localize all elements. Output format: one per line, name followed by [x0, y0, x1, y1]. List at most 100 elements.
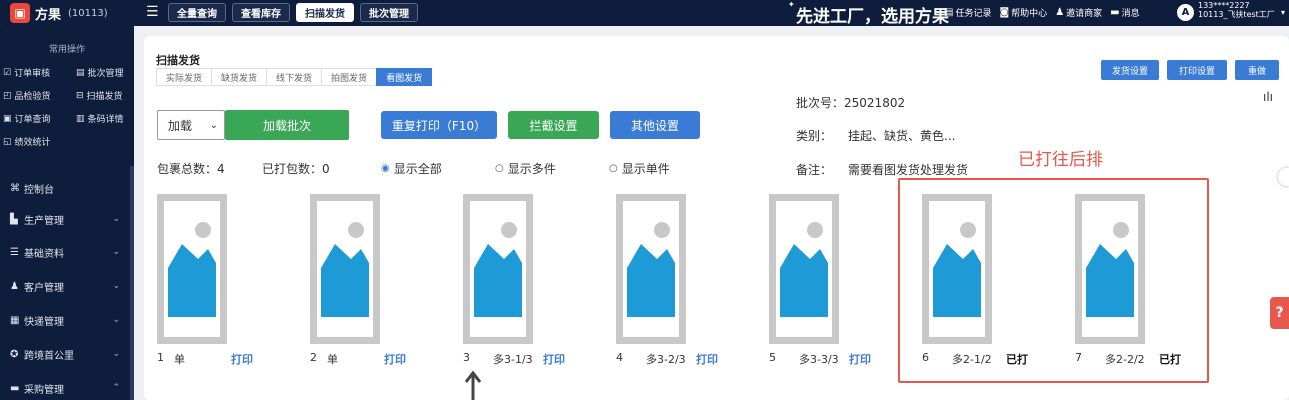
sidebar-item-console[interactable]: ⌘ 控制台	[10, 178, 128, 198]
image-placeholder-icon	[317, 201, 373, 337]
tab-offline-ship[interactable]: 线下发货	[266, 68, 323, 86]
quick-order-query[interactable]: ▣ 订单查询	[3, 112, 51, 126]
package-index: 4	[616, 351, 623, 364]
sidebar-scrollbar[interactable]	[130, 166, 134, 400]
quick-performance-stats[interactable]: ◱ 绩效统计	[3, 135, 51, 149]
quick-barcode-detail[interactable]: ▥ 条码详情	[76, 112, 124, 126]
tab-shortage-ship[interactable]: 缺货发货	[211, 68, 268, 86]
print-settings-button[interactable]: 打印设置	[1167, 60, 1227, 80]
package-label: 单	[327, 353, 338, 366]
load-select[interactable]: 加载 ⌄	[157, 110, 225, 140]
sidebar-item-production[interactable]: ▙ 生产管理 ⌄	[10, 209, 128, 229]
tab-photo-ship[interactable]: 拍图发货	[321, 68, 378, 86]
express-icon: ▦	[10, 314, 20, 326]
check-square-icon: ☑	[3, 67, 12, 78]
chevron-down-icon: ⌄	[209, 119, 218, 131]
package-thumbnail[interactable]	[1075, 194, 1145, 344]
sidebar-item-customer[interactable]: ♟ 客户管理 ⌄	[10, 276, 128, 296]
brand-name: 方果	[35, 7, 62, 23]
quick-quality-check[interactable]: ◰ 品检验货	[3, 89, 51, 103]
tab-actual-ship[interactable]: 实际发货	[156, 68, 213, 86]
package-total: 包裹总数：4	[157, 162, 225, 176]
sidebar: 常用操作 ☑ 订单审核 ▤ 批次管理 ◰ 品检验货 ⊟ 扫描发货 ▣ 订单查询 ▥ 条码详情…	[0, 26, 134, 400]
ship-settings-button[interactable]: 发货设置	[1101, 60, 1159, 80]
filter-show-all[interactable]: ◉ 显示全部	[381, 160, 442, 177]
float-side-tab[interactable]	[1278, 168, 1289, 186]
chevron-down-icon: ⌄	[112, 349, 120, 359]
batch-category: 类别： 挂起、缺货、黄色...	[796, 129, 956, 143]
purchase-icon: ▬	[10, 382, 20, 394]
invite-merchant-link[interactable]: ♟ 邀请商家	[1055, 6, 1102, 19]
print-button[interactable]: 打印	[384, 351, 406, 367]
sidebar-item-express[interactable]: ▦ 快递管理 ⌄	[10, 310, 128, 330]
arrow-up-icon	[465, 370, 481, 400]
package-index: 5	[769, 351, 776, 364]
help-float-button[interactable]: ?	[1270, 297, 1289, 329]
barcode-icon: ▥	[76, 113, 85, 124]
redo-button[interactable]: 重做	[1235, 60, 1279, 80]
help-center-link[interactable]: ◙ 帮助中心	[999, 6, 1047, 19]
brand[interactable]: ▣ 方果 (10113)	[10, 3, 108, 23]
load-batch-button[interactable]: 加载批次	[225, 110, 349, 140]
chevron-down-icon: ⌄	[112, 214, 120, 224]
menu-icon[interactable]: ☰	[146, 4, 159, 20]
image-placeholder-icon	[623, 201, 679, 337]
intercept-settings-button[interactable]: 拦截设置	[508, 111, 599, 139]
package-thumbnail[interactable]	[463, 194, 533, 344]
query-icon: ▣	[3, 113, 12, 124]
stats-icon: ◱	[3, 136, 12, 147]
chevron-down-icon: ⌄	[112, 281, 120, 291]
production-icon: ▙	[10, 213, 18, 225]
message-link[interactable]: ▬ 消息	[1110, 6, 1139, 19]
slogan: 先进工厂，选用方果	[796, 7, 949, 27]
image-placeholder-icon	[929, 201, 985, 337]
image-placeholder-icon	[1082, 201, 1138, 337]
package-index: 2	[310, 351, 317, 364]
user-phone: 133****2227	[1198, 1, 1250, 10]
chevron-down-icon: ⌄	[112, 247, 120, 257]
bar-chart-icon[interactable]: ılı	[1263, 90, 1273, 104]
print-button[interactable]: 打印	[543, 351, 565, 367]
package-thumbnail[interactable]	[157, 194, 227, 344]
task-icon: ▤	[944, 7, 954, 18]
image-placeholder-icon	[470, 201, 526, 337]
reprint-button[interactable]: 重复打印（F10）	[381, 111, 497, 139]
top-links: ▤ 任务记录 ◙ 帮助中心 ♟ 邀请商家 ▬ 消息	[944, 6, 1140, 19]
sidebar-item-cross-border[interactable]: ✪ 跨境首公里 ⌄	[10, 344, 128, 364]
common-actions-title: 常用操作	[48, 45, 85, 55]
filter-show-single[interactable]: ○ 显示单件	[609, 160, 670, 177]
print-button[interactable]: 打印	[231, 351, 253, 367]
customer-icon: ♟	[10, 280, 19, 292]
radio-checked-icon: ◉	[381, 163, 390, 174]
globe-icon: ✪	[10, 348, 19, 360]
filter-show-multi[interactable]: ○ 显示多件	[495, 160, 556, 177]
tab-view-image-ship[interactable]: 看图发货	[376, 68, 433, 86]
radio-icon: ○	[609, 163, 618, 174]
top-tab-view-stock[interactable]: 查看库存	[232, 3, 290, 22]
sparkle-icon: ✦	[788, 0, 795, 9]
quick-batch-manage[interactable]: ▤ 批次管理	[76, 66, 124, 80]
package-thumbnail[interactable]	[616, 194, 686, 344]
sidebar-item-purchase[interactable]: ▬ 采购管理 ⌃	[10, 378, 128, 398]
package-label: 多3-1/3	[493, 353, 533, 366]
avatar[interactable]: A	[1177, 4, 1194, 21]
sidebar-item-basic-data[interactable]: ☰ 基础资料 ⌄	[10, 242, 128, 262]
task-record-link[interactable]: ▤ 任务记录	[944, 6, 991, 19]
print-button[interactable]: 打印	[696, 351, 718, 367]
print-button[interactable]: 打印	[849, 351, 871, 367]
quick-order-review[interactable]: ☑ 订单审核	[3, 66, 50, 80]
top-tab-scan-ship[interactable]: 扫描发货	[296, 3, 354, 22]
package-thumbnail[interactable]	[922, 194, 992, 344]
quick-scan-ship[interactable]: ⊟ 扫描发货	[76, 89, 123, 103]
package-index: 6	[922, 351, 929, 364]
package-thumbnail[interactable]	[310, 194, 380, 344]
top-tab-full-query[interactable]: 全量查询	[168, 3, 226, 22]
package-label: 多3-3/3	[799, 353, 839, 366]
package-label: 单	[174, 353, 185, 366]
package-thumbnail[interactable]	[769, 194, 839, 344]
invite-icon: ♟	[1055, 7, 1065, 18]
other-settings-button[interactable]: 其他设置	[610, 111, 700, 139]
top-tab-batch-manage[interactable]: 批次管理	[360, 3, 418, 22]
caret-down-icon[interactable]: ▾	[1281, 8, 1285, 17]
basic-data-icon: ☰	[10, 246, 19, 258]
